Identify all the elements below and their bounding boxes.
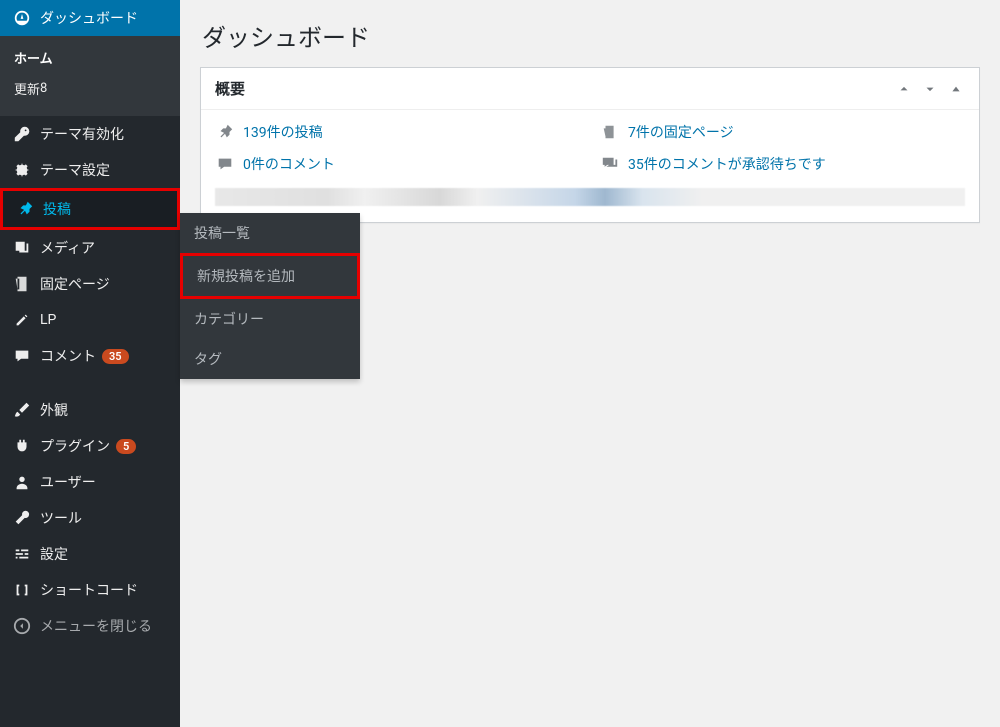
gear-icon <box>12 160 32 180</box>
sidebar-item-posts[interactable]: 投稿 <box>0 188 180 230</box>
comment-icon <box>12 346 32 366</box>
sidebar-item-label: 投稿 <box>43 199 71 219</box>
flyout-item-posts-list[interactable]: 投稿一覧 <box>180 213 360 253</box>
sidebar-item-appearance[interactable]: 外観 <box>0 392 180 428</box>
panel-header: 概要 <box>201 68 979 110</box>
sidebar-submenu-dashboard: ホーム 更新 8 <box>0 36 180 116</box>
sidebar-item-theme-settings[interactable]: テーマ設定 <box>0 152 180 188</box>
stat-pages-link[interactable]: 7件の固定ページ <box>628 122 734 142</box>
shortcode-icon <box>12 580 32 600</box>
plugin-icon <box>12 436 32 456</box>
move-up-icon[interactable] <box>895 80 913 98</box>
panel-body: 139件の投稿 7件の固定ページ 0件のコメント 35件のコメントが承認待ちです <box>201 110 979 222</box>
sidebar-separator <box>0 374 180 392</box>
panel-title: 概要 <box>215 78 245 99</box>
posts-flyout-menu: 投稿一覧 新規投稿を追加 カテゴリー タグ <box>180 213 360 379</box>
sidebar-item-tools[interactable]: ツール <box>0 500 180 536</box>
sidebar-item-label: メディア <box>40 238 95 258</box>
stat-posts: 139件の投稿 <box>215 122 580 142</box>
comments-badge: 35 <box>102 349 129 364</box>
wrench-icon <box>12 508 32 528</box>
brush-icon <box>12 400 32 420</box>
sidebar-item-label: 設定 <box>40 544 68 564</box>
dashboard-icon <box>12 8 32 28</box>
stat-comments-link[interactable]: 0件のコメント <box>243 154 335 174</box>
sidebar-item-users[interactable]: ユーザー <box>0 464 180 500</box>
sidebar-item-label: 外観 <box>40 400 68 420</box>
sidebar-item-label: ショートコード <box>40 580 138 600</box>
sidebar-item-plugins[interactable]: プラグイン 5 <box>0 428 180 464</box>
flyout-item-add-new[interactable]: 新規投稿を追加 <box>180 253 360 299</box>
toggle-panel-icon[interactable] <box>947 80 965 98</box>
sidebar-item-label: コメント <box>40 346 96 366</box>
sidebar-item-label: LP <box>40 312 56 328</box>
stat-comments: 0件のコメント <box>215 154 580 174</box>
admin-sidebar: ダッシュボード ホーム 更新 8 テーマ有効化 テーマ設定 投稿 メディア <box>0 0 180 727</box>
user-icon <box>12 472 32 492</box>
comments-pending-icon <box>600 154 620 174</box>
sidebar-item-label: 固定ページ <box>40 274 110 294</box>
edit-icon <box>12 310 32 330</box>
sidebar-item-collapse[interactable]: メニューを閉じる <box>0 608 180 644</box>
comment-icon <box>215 154 235 174</box>
sidebar-item-comments[interactable]: コメント 35 <box>0 338 180 374</box>
stats-grid: 139件の投稿 7件の固定ページ 0件のコメント 35件のコメントが承認待ちです <box>215 122 965 174</box>
key-icon <box>12 124 32 144</box>
media-icon <box>12 238 32 258</box>
flyout-item-categories[interactable]: カテゴリー <box>180 299 360 339</box>
sidebar-item-label: テーマ有効化 <box>40 124 124 144</box>
sidebar-item-shortcode[interactable]: ショートコード <box>0 572 180 608</box>
sidebar-item-lp[interactable]: LP <box>0 302 180 338</box>
sidebar-item-settings[interactable]: 設定 <box>0 536 180 572</box>
panel-controls <box>895 80 965 98</box>
sidebar-item-label: ダッシュボード <box>40 8 138 28</box>
pin-icon <box>15 199 35 219</box>
page-title: ダッシュボード <box>200 0 980 67</box>
stat-posts-link[interactable]: 139件の投稿 <box>243 122 323 142</box>
pin-icon <box>215 122 235 142</box>
sidebar-item-dashboard[interactable]: ダッシュボード <box>0 0 180 36</box>
move-down-icon[interactable] <box>921 80 939 98</box>
updates-badge: 8 <box>40 81 47 96</box>
sliders-icon <box>12 544 32 564</box>
sidebar-item-label: メニューを閉じる <box>40 616 152 636</box>
overview-panel: 概要 139件の投稿 7件の固定ページ <box>200 67 980 223</box>
sidebar-subitem-updates[interactable]: 更新 8 <box>0 73 180 104</box>
pages-icon <box>600 122 620 142</box>
page-icon <box>12 274 32 294</box>
sidebar-item-theme-activation[interactable]: テーマ有効化 <box>0 116 180 152</box>
sidebar-item-label: プラグイン <box>40 436 110 456</box>
collapse-icon <box>12 616 32 636</box>
sidebar-subitem-label: 更新 <box>14 79 40 98</box>
redacted-info-bar <box>215 188 965 206</box>
stat-pending-comments: 35件のコメントが承認待ちです <box>600 154 965 174</box>
sidebar-item-label: ツール <box>40 508 82 528</box>
sidebar-item-label: テーマ設定 <box>40 160 110 180</box>
sidebar-item-media[interactable]: メディア <box>0 230 180 266</box>
flyout-item-tags[interactable]: タグ <box>180 339 360 379</box>
sidebar-item-label: ユーザー <box>40 472 96 492</box>
stat-pending-comments-link[interactable]: 35件のコメントが承認待ちです <box>628 154 826 174</box>
sidebar-subitem-home[interactable]: ホーム <box>0 42 180 73</box>
stat-pages: 7件の固定ページ <box>600 122 965 142</box>
plugins-badge: 5 <box>116 439 136 454</box>
sidebar-item-pages[interactable]: 固定ページ <box>0 266 180 302</box>
